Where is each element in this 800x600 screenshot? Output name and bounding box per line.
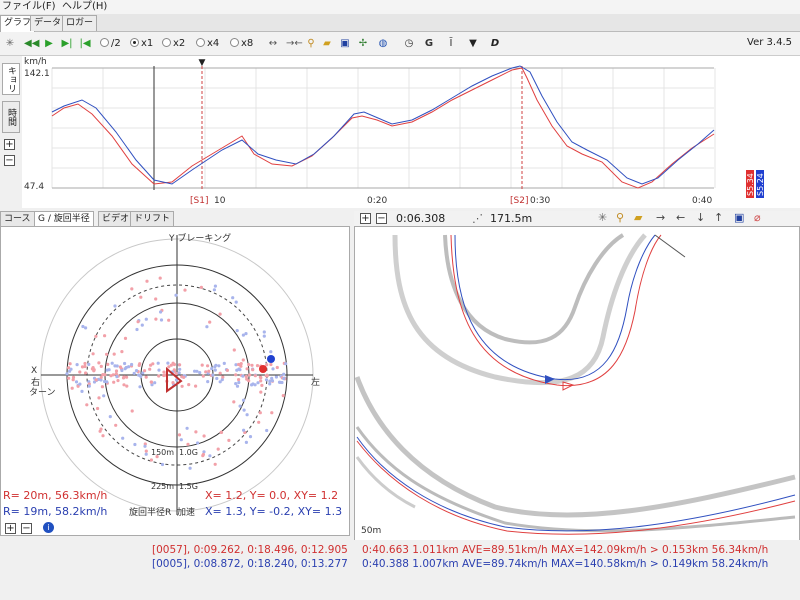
speed-graph[interactable]: km/h 142.1 47.4 ▼ [S1] 10 0:20 [S2] 0:30…	[22, 56, 800, 208]
g-left-turn-2: ターン	[29, 387, 56, 398]
vertical-tabs: キョリ 時間 + −	[0, 57, 22, 207]
rewind-icon[interactable]: ◀◀	[24, 36, 39, 52]
blue-g-readout: X= 1.3, Y= -0.2, XY= 1.3	[205, 505, 343, 518]
x-label-020: 0:20	[367, 196, 387, 206]
filter-icon[interactable]: ▼	[466, 36, 480, 52]
red-point-current	[259, 365, 267, 373]
version-label: Ver 3.4.5	[747, 37, 792, 48]
arrow-up-icon[interactable]: ↑	[714, 211, 723, 224]
shrink-horizontal-icon[interactable]: →←	[286, 36, 303, 52]
graph-unit: km/h	[24, 57, 47, 67]
g-right-label: 左	[311, 376, 320, 388]
globe-icon[interactable]: ◍	[376, 36, 390, 52]
speed-option-x1[interactable]: x1	[130, 37, 153, 51]
speed-option-half[interactable]: /2	[100, 37, 121, 51]
course-map-panel: 50m	[354, 226, 800, 542]
marker-label-s1: [S1]	[190, 196, 208, 206]
play-head-icon[interactable]: ▼	[199, 58, 206, 68]
red-radius-readout: R= 20m, 56.3km/h	[3, 489, 108, 502]
graph-zoom-in-button[interactable]: +	[4, 139, 15, 150]
red-summary: 0:40.663 1.011km AVE=89.51km/h MAX=142.0…	[362, 544, 769, 556]
g-icon[interactable]: G	[422, 36, 436, 52]
map-zoom-in-button[interactable]: +	[360, 213, 371, 224]
marker-icon[interactable]: ✢	[356, 36, 370, 52]
legend-label-red: S5.34	[746, 173, 755, 196]
arrow-down-icon[interactable]: ↓	[696, 211, 705, 224]
tab-drift[interactable]: ドリフト	[130, 211, 175, 227]
play-icon[interactable]: ▶	[42, 36, 56, 52]
blue-summary: 0:40.388 1.007km AVE=89.74km/h MAX=140.5…	[362, 558, 769, 570]
speed-option-x8[interactable]: x8	[230, 37, 253, 51]
step-forward-icon[interactable]: ▶|	[60, 36, 74, 52]
g-zoom-in-button[interactable]: +	[5, 523, 16, 534]
expand-horizontal-icon[interactable]: ↔	[266, 36, 280, 52]
menu-bar: ファイル(F) ヘルプ(H)	[0, 0, 800, 14]
red-g-readout: X= 1.2, Y= 0.0, XY= 1.2	[205, 489, 339, 502]
g-zoom-out-button[interactable]: −	[21, 523, 32, 534]
settings-sun-icon[interactable]: ✳	[3, 36, 17, 52]
save-icon[interactable]: ▣	[338, 36, 352, 52]
clock-icon[interactable]: ◷	[402, 36, 416, 52]
menu-file[interactable]: ファイル(F)	[2, 0, 56, 14]
info-icon[interactable]: i	[43, 522, 54, 533]
tab-data[interactable]: データ	[30, 15, 66, 31]
map-zoom-out-button[interactable]: −	[376, 213, 387, 224]
course-map[interactable]: 50m	[354, 227, 799, 541]
graph-y-max: 142.1	[24, 69, 50, 79]
graph-y-min: 47.4	[24, 182, 44, 192]
tab-g-radius[interactable]: G / 旋回半径	[34, 211, 94, 227]
arrow-right-icon[interactable]: →	[656, 211, 665, 224]
main-tabs: グラフ データ ロガー	[0, 14, 800, 32]
x-label-030: 0:30	[530, 196, 550, 206]
g-circle-panel: Y ブレーキング X 右 ターン 左 150m 1.0G 225m 1.5G 旋…	[0, 226, 350, 536]
open-folder-icon[interactable]: ▰	[320, 36, 334, 52]
lap-stats: [0057], 0:09.262, 0:18.496, 0:12.905 [00…	[0, 540, 800, 576]
x-label-040: 0:40	[692, 196, 712, 206]
distance-icon: ⋰	[472, 212, 483, 225]
map-folder-icon[interactable]: ▰	[634, 211, 642, 224]
tab-course[interactable]: コース	[0, 211, 35, 227]
step-back-icon[interactable]: |◀	[78, 36, 92, 52]
map-scale: 50m	[361, 526, 381, 536]
tab-video[interactable]: ビデオ	[98, 211, 134, 227]
map-settings-icon[interactable]: ✳	[598, 211, 607, 224]
vtab-time[interactable]: 時間	[2, 101, 20, 133]
speed-option-x4[interactable]: x4	[196, 37, 219, 51]
blue-lap-times: [0005], 0:08.872, 0:18.240, 0:13.277	[152, 558, 348, 570]
ring-label-225m: 225m	[151, 482, 174, 491]
g-left-turn: 右	[31, 376, 40, 388]
cursor-icon[interactable]: Ī	[444, 36, 458, 52]
blue-radius-readout: R= 19m, 58.2km/h	[3, 505, 108, 518]
tab-logger[interactable]: ロガー	[62, 15, 98, 31]
toolbar: ✳ ◀◀ ▶ ▶| |◀ /2 x1 x2 x4 x8 ↔ →← ⚲ ▰ ▣ ✢…	[0, 32, 800, 56]
search-icon[interactable]: ⚲	[304, 36, 318, 52]
map-save-icon[interactable]: ▣	[734, 211, 744, 224]
ring-label-10g: 1.0G	[179, 448, 198, 457]
menu-help[interactable]: ヘルプ(H)	[62, 0, 107, 14]
map-distance-readout: 171.5m	[490, 212, 533, 225]
ring-label-150m: 150m	[151, 448, 174, 457]
d-icon[interactable]: D	[488, 36, 502, 52]
map-search-icon[interactable]: ⚲	[616, 211, 624, 224]
bottom-accel-label: 加速	[177, 507, 195, 518]
blue-point-current	[267, 355, 275, 363]
graph-zoom-out-button[interactable]: −	[4, 155, 15, 166]
ring-label-15g: 1.5G	[179, 482, 198, 491]
marker-label-s2: [S2]	[510, 196, 528, 206]
arrow-left-icon[interactable]: ←	[676, 211, 685, 224]
g-top-label: Y ブレーキング	[168, 232, 231, 244]
map-time-readout: 0:06.308	[396, 212, 446, 225]
red-lap-times: [0057], 0:09.262, 0:18.496, 0:12.905	[152, 544, 348, 556]
bottom-radius-label: 旋回半径R	[129, 506, 171, 518]
vtab-distance[interactable]: キョリ	[2, 63, 20, 95]
legend-label-blue: S5.24	[756, 173, 765, 196]
g-left-x: X	[31, 366, 37, 376]
speed-option-x2[interactable]: x2	[162, 37, 185, 51]
analysis-tabs: コース G / 旋回半径 ビデオ ドリフト	[0, 211, 350, 227]
eraser-icon[interactable]: ⌀	[754, 211, 761, 224]
map-toolbar: + − 0:06.308 ⋰ 171.5m ✳ ⚲ ▰ → ← ↓ ↑ ▣ ⌀	[354, 211, 800, 227]
x-label-10: 10	[214, 196, 226, 206]
